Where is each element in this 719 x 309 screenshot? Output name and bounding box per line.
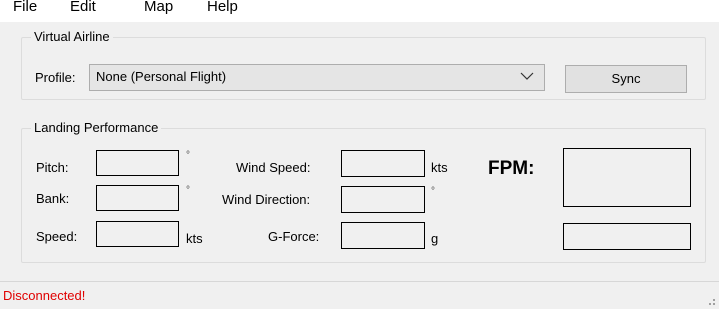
sync-button[interactable]: Sync <box>565 65 687 93</box>
fpm-label: FPM: <box>488 158 535 179</box>
wind-direction-degree-unit: ° <box>431 186 435 197</box>
menu-map[interactable]: Map <box>144 0 173 18</box>
menu-edit[interactable]: Edit <box>70 0 96 18</box>
gforce-label: G-Force: <box>268 229 320 244</box>
bank-value-box <box>96 185 179 211</box>
wind-direction-label: Wind Direction: <box>222 192 311 207</box>
speed-label: Speed: <box>36 229 78 244</box>
bank-degree-unit: ° <box>186 185 190 196</box>
fpm-secondary-box <box>563 223 691 250</box>
menu-bar: File Edit Map Help <box>0 0 719 22</box>
profile-selected-value: None (Personal Flight) <box>96 69 227 84</box>
menu-file[interactable]: File <box>13 0 37 18</box>
speed-value-box <box>96 221 179 247</box>
wind-speed-label: Wind Speed: <box>236 160 311 175</box>
connection-status-text: Disconnected! <box>3 288 86 303</box>
gforce-unit: g <box>431 231 439 246</box>
chevron-down-icon <box>520 72 534 80</box>
pitch-degree-unit: ° <box>186 150 190 161</box>
status-bar: Disconnected! <box>0 281 719 309</box>
landing-performance-group-title: Landing Performance <box>31 121 162 135</box>
fpm-value-box <box>563 148 691 207</box>
bank-label: Bank: <box>36 191 70 206</box>
wind-speed-value-box <box>341 150 425 177</box>
gforce-value-box <box>341 222 425 249</box>
profile-combobox[interactable]: None (Personal Flight) <box>89 64 545 91</box>
pitch-label: Pitch: <box>36 160 69 175</box>
wind-speed-unit: kts <box>431 160 448 175</box>
speed-unit: kts <box>186 231 203 246</box>
wind-direction-value-box <box>341 186 425 213</box>
virtual-airline-group-title: Virtual Airline <box>31 30 113 44</box>
profile-label: Profile: <box>35 70 76 85</box>
menu-help[interactable]: Help <box>207 0 238 18</box>
pitch-value-box <box>96 150 179 176</box>
resize-grip-icon[interactable] <box>706 296 716 306</box>
